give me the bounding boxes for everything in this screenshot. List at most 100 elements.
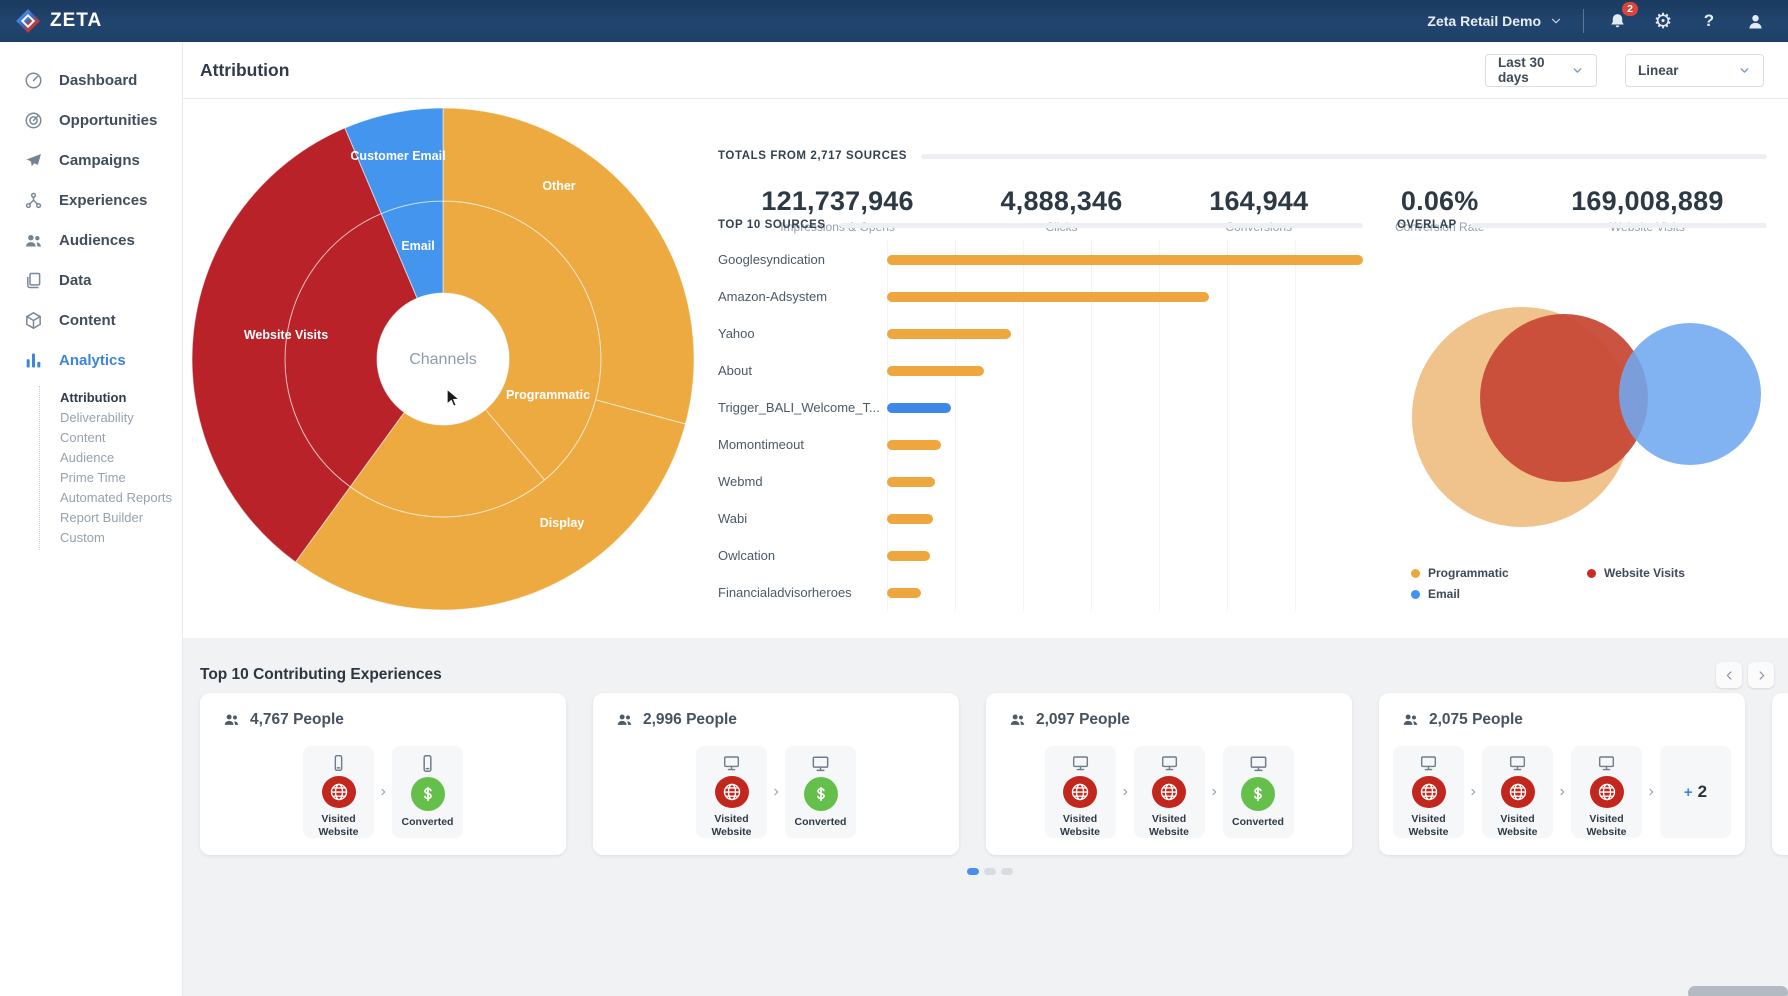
account-switcher[interactable]: Zeta Retail Demo: [1427, 13, 1563, 29]
channels-sunburst-chart[interactable]: ProgrammaticDisplayEmailOtherWebsite Vis…: [183, 102, 703, 638]
scrollbar-thumb[interactable]: [1688, 986, 1788, 996]
experience-card[interactable]: [1772, 693, 1788, 855]
source-label: Amazon-Adsystem: [718, 289, 887, 304]
content-icon: [23, 310, 44, 331]
globe-icon: [1418, 781, 1440, 803]
source-bar[interactable]: [887, 403, 951, 413]
brand-name: ZETA: [50, 10, 102, 32]
desktop-icon: [1159, 753, 1180, 773]
sidebar-subitem-attribution[interactable]: Attribution: [40, 388, 182, 408]
sidebar-subitem-deliverability[interactable]: Deliverability: [40, 408, 182, 428]
sidebar-item-opportunities[interactable]: Opportunities: [0, 100, 182, 140]
experience-card[interactable]: 2,996 People Visited Website Converted: [593, 693, 959, 855]
step-tile-converted[interactable]: Converted: [392, 746, 463, 838]
bar-track: [887, 315, 1363, 352]
source-label: Owlcation: [718, 548, 887, 563]
sidebar-item-content[interactable]: Content: [0, 300, 182, 340]
carousel-dot[interactable]: [1001, 868, 1013, 875]
source-bar[interactable]: [887, 255, 1363, 265]
source-row-amazon-adsystem: Amazon-Adsystem: [718, 278, 1363, 315]
top-sources-section-header: TOP 10 SOURCES: [718, 217, 1363, 233]
sidebar-item-dashboard[interactable]: Dashboard: [0, 60, 182, 100]
overlap-section-header: OVERLAP: [1397, 217, 1767, 233]
sidebar-subitem-content[interactable]: Content: [40, 428, 182, 448]
sidebar-item-audiences[interactable]: Audiences: [0, 220, 182, 260]
experience-people-count: 2,996 People: [615, 710, 737, 729]
profile-button[interactable]: [1742, 8, 1768, 34]
sidebar-item-analytics[interactable]: Analytics: [0, 340, 182, 380]
sidebar-item-experiences[interactable]: Experiences: [0, 180, 182, 220]
bar-track: [887, 574, 1363, 611]
sidebar-subitem-audience[interactable]: Audience: [40, 448, 182, 468]
people-icon: [222, 710, 241, 729]
experiences-next-button[interactable]: [1748, 662, 1774, 688]
analytics-submenu: AttributionDeliverabilityContentAudience…: [39, 386, 182, 550]
dollar-icon: [1241, 777, 1275, 811]
sunburst-label: Customer Email: [350, 149, 445, 163]
sidebar-subitem-automated-reports[interactable]: Automated Reports: [40, 488, 182, 508]
step-tile-visited-website[interactable]: Visited Website: [1482, 746, 1553, 838]
bar-track: [887, 241, 1363, 278]
step-tile-converted[interactable]: Converted: [785, 746, 856, 838]
step-tile-visited-website[interactable]: Visited Website: [1393, 746, 1464, 838]
more-steps-tile[interactable]: +2: [1660, 746, 1731, 838]
zeta-diamond-icon: [15, 8, 41, 34]
source-bar[interactable]: [887, 292, 1209, 302]
person-icon: [1745, 11, 1766, 32]
overlap-venn-chart[interactable]: [1383, 242, 1788, 562]
gear-icon: ⚙: [1654, 11, 1673, 32]
carousel-dot[interactable]: [967, 868, 979, 875]
step-tile-visited-website[interactable]: Visited Website: [1134, 746, 1205, 838]
source-label: Webmd: [718, 474, 887, 489]
step-tile-visited-website[interactable]: Visited Website: [1571, 746, 1642, 838]
source-bar[interactable]: [887, 551, 930, 561]
desktop-icon: [721, 753, 742, 773]
date-range-select[interactable]: Last 30 days: [1485, 54, 1597, 87]
dollar-icon: [411, 777, 445, 811]
experience-steps: Visited Website Converted: [200, 746, 566, 838]
settings-button[interactable]: ⚙: [1650, 8, 1676, 34]
source-bar[interactable]: [887, 440, 941, 450]
step-tile-converted[interactable]: Converted: [1223, 746, 1294, 838]
experiences-prev-button[interactable]: [1716, 662, 1742, 688]
experience-card[interactable]: 4,767 PeopleVisited WebsiteConverted: [200, 693, 566, 855]
sidebar-subitem-report-builder[interactable]: Report Builder: [40, 508, 182, 528]
sunburst-label: Display: [540, 516, 585, 530]
experience-steps: Visited Website Visited Website Converted: [986, 746, 1352, 838]
help-button[interactable]: ?: [1696, 8, 1722, 34]
legend-item-website-visits: Website Visits: [1587, 566, 1685, 580]
venn-set-email[interactable]: [1619, 323, 1761, 465]
source-bar[interactable]: [887, 366, 984, 376]
notifications-button[interactable]: 2: [1604, 8, 1630, 34]
step-tile-visited-website[interactable]: Visited Website: [696, 746, 767, 838]
header-rule: [1471, 223, 1767, 228]
phone-icon: [328, 753, 349, 773]
source-label: Googlesyndication: [718, 252, 887, 267]
source-bar[interactable]: [887, 329, 1011, 339]
experience-cards-row: 4,767 PeopleVisited WebsiteConverted2,99…: [200, 693, 1788, 855]
opportunities-icon: [23, 110, 44, 131]
totals-section-header: TOTALS FROM 2,717 SOURCES: [718, 148, 1767, 164]
app-root: ZETA Zeta Retail Demo 2 ⚙ ? DashboardOpp: [0, 0, 1788, 996]
zeta-logo[interactable]: ZETA: [0, 8, 102, 34]
mouse-cursor: [445, 388, 465, 410]
sidebar-subitem-custom[interactable]: Custom: [40, 528, 182, 548]
legend-dot-icon: [1411, 590, 1420, 599]
experience-card[interactable]: 2,075 PeopleVisited WebsiteVisited Websi…: [1379, 693, 1745, 855]
totals-heading: TOTALS FROM 2,717 SOURCES: [718, 150, 907, 162]
experience-card[interactable]: 2,097 PeopleVisited WebsiteVisited Websi…: [986, 693, 1352, 855]
top-sources-heading: TOP 10 SOURCES: [718, 219, 826, 231]
sidebar-item-data[interactable]: Data: [0, 260, 182, 300]
carousel-dot[interactable]: [984, 868, 996, 875]
step-tile-visited-website[interactable]: Visited Website: [1045, 746, 1116, 838]
step-tile-visited-website[interactable]: Visited Website: [303, 746, 374, 838]
people-icon: [1008, 710, 1027, 729]
bar-track: [887, 352, 1363, 389]
attribution-model-select[interactable]: Linear: [1625, 54, 1764, 87]
sunburst-center-label: Channels: [409, 351, 477, 368]
sidebar-subitem-prime-time[interactable]: Prime Time: [40, 468, 182, 488]
source-bar[interactable]: [887, 588, 921, 598]
source-bar[interactable]: [887, 477, 935, 487]
source-bar[interactable]: [887, 514, 933, 524]
sidebar-item-campaigns[interactable]: Campaigns: [0, 140, 182, 180]
